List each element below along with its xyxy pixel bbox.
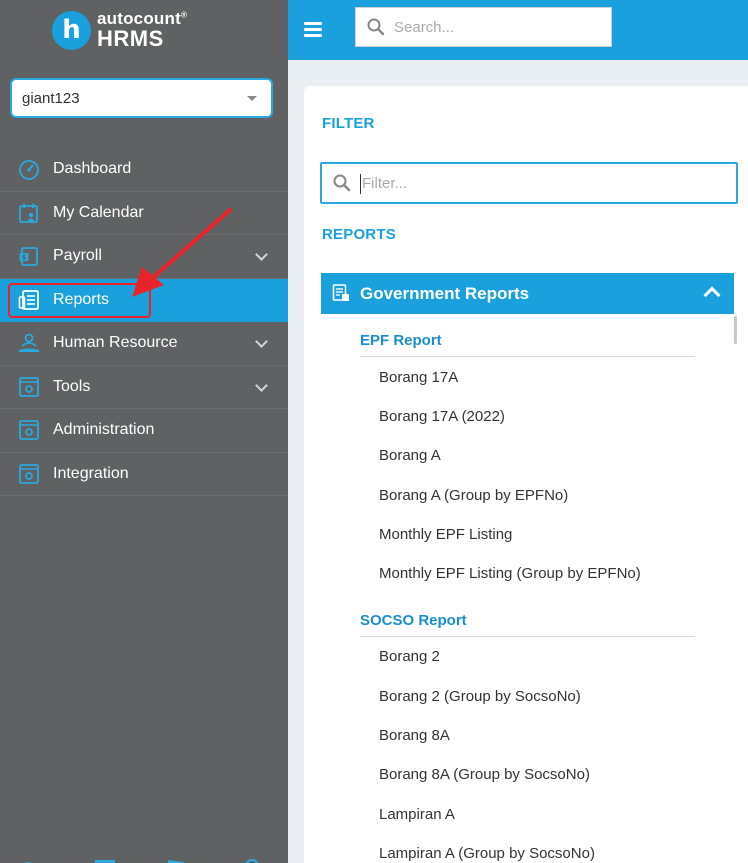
- global-search-input[interactable]: Search...: [355, 7, 612, 47]
- report-link[interactable]: Borang 8A: [379, 727, 450, 744]
- sidebar-footer: [0, 853, 288, 863]
- search-icon: [367, 18, 385, 40]
- sidebar-item-integration[interactable]: Integration: [0, 453, 288, 496]
- sidebar-item-tools[interactable]: Tools: [0, 366, 288, 409]
- government-reports-header[interactable]: Government Reports: [321, 273, 734, 314]
- logo-text: autocount® HRMS: [97, 10, 187, 50]
- top-bar: Search...: [288, 0, 748, 60]
- reports-panel: FILTER Filter... REPORTS Government Repo…: [304, 86, 748, 863]
- sidebar-item-label: Dashboard: [53, 160, 132, 178]
- report-link[interactable]: Borang A: [379, 447, 441, 464]
- sidebar-item-human-resource[interactable]: Human Resource: [0, 322, 288, 366]
- annotation-arrow-icon: [132, 208, 232, 297]
- report-link[interactable]: Borang 2 (Group by SocsoNo): [379, 688, 581, 705]
- logo-line1: autocount®: [97, 9, 188, 28]
- socso-report-header: SOCSO Report: [360, 612, 695, 637]
- tools-icon: [17, 375, 40, 398]
- search-icon: [333, 174, 351, 196]
- svg-text:$: $: [21, 254, 26, 262]
- administration-icon: [17, 419, 40, 442]
- scrollbar-thumb[interactable]: [734, 316, 737, 344]
- sidebar-item-dashboard[interactable]: Dashboard: [0, 148, 288, 192]
- app-logo[interactable]: h autocount® HRMS: [52, 10, 187, 50]
- filter-input[interactable]: Filter...: [320, 162, 738, 204]
- sidebar-item-label: Tools: [53, 377, 91, 395]
- report-link[interactable]: Borang 17A: [379, 369, 458, 386]
- chevron-up-icon[interactable]: [703, 286, 721, 304]
- report-link[interactable]: Borang 17A (2022): [379, 408, 505, 425]
- footer-icons: [25, 859, 259, 863]
- filter-placeholder: Filter...: [362, 174, 408, 192]
- chevron-down-icon: [255, 335, 268, 348]
- hamburger-menu-icon[interactable]: [304, 22, 322, 40]
- sidebar-nav: Dashboard My Calendar $ Payroll Reports: [0, 148, 288, 496]
- sidebar-item-label: Administration: [53, 421, 155, 439]
- report-link[interactable]: Borang A (Group by EPFNo): [379, 487, 568, 504]
- calendar-icon: [17, 201, 40, 224]
- integration-icon: [17, 462, 40, 485]
- global-search-placeholder: Search...: [394, 18, 455, 36]
- sidebar: h autocount® HRMS giant123 Dashboard My …: [0, 0, 288, 863]
- human-resource-icon: [17, 332, 40, 355]
- report-link[interactable]: Lampiran A (Group by SocsoNo): [379, 845, 595, 862]
- text-cursor: [360, 174, 361, 194]
- sidebar-item-label: Human Resource: [53, 334, 178, 352]
- epf-report-header: EPF Report: [360, 332, 695, 357]
- company-select[interactable]: giant123: [10, 78, 273, 118]
- report-link[interactable]: Borang 8A (Group by SocsoNo): [379, 766, 590, 783]
- logo-badge: h: [52, 10, 91, 50]
- report-link[interactable]: Monthly EPF Listing: [379, 526, 512, 543]
- report-link[interactable]: Lampiran A: [379, 806, 455, 823]
- caret-down-icon: [247, 96, 257, 101]
- registered-mark: ®: [180, 10, 188, 20]
- company-select-value: giant123: [22, 89, 80, 107]
- sidebar-item-label: Payroll: [53, 247, 102, 265]
- dashboard-icon: [17, 158, 40, 181]
- report-document-icon: [332, 284, 350, 307]
- report-link[interactable]: Monthly EPF Listing (Group by EPFNo): [379, 565, 641, 582]
- chevron-down-icon: [255, 248, 268, 261]
- logo-line2: HRMS: [97, 26, 164, 51]
- sidebar-item-label: Integration: [53, 464, 129, 482]
- filter-section-title: FILTER: [322, 115, 375, 132]
- payroll-icon: $: [17, 245, 40, 268]
- reports-section-title: REPORTS: [322, 226, 396, 243]
- government-reports-label: Government Reports: [360, 283, 530, 303]
- sidebar-item-administration[interactable]: Administration: [0, 409, 288, 453]
- report-link[interactable]: Borang 2: [379, 648, 440, 665]
- chevron-down-icon: [255, 378, 268, 392]
